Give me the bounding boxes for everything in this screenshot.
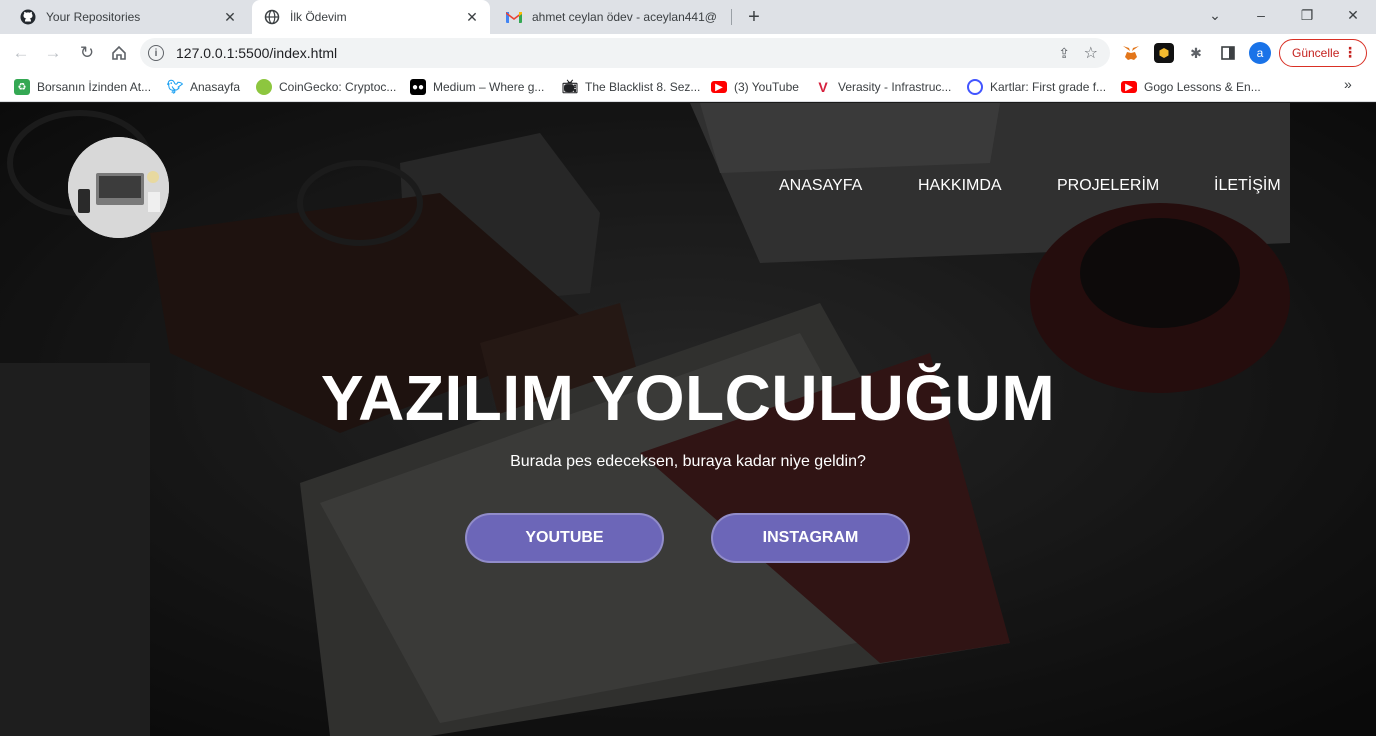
tab-ilk-odevim[interactable]: İlk Ödevim ✕ (252, 0, 490, 34)
more-bookmarks-icon[interactable]: » (1344, 76, 1352, 92)
close-icon[interactable]: ✕ (464, 9, 480, 25)
twitter-icon: 🐦︎ (166, 79, 184, 94)
hero-subtitle: Burada pes edeceksen, buraya kadar niye … (510, 453, 866, 470)
nav-iletisim[interactable]: İLETİŞİM (1214, 177, 1281, 195)
medium-icon: ●● (410, 79, 426, 95)
url-text: 127.0.0.1:5500/index.html (176, 45, 338, 61)
minimize-button[interactable]: – (1238, 0, 1284, 30)
bookmark-label: (3) YouTube (734, 80, 799, 94)
bookmark-label: The Blacklist 8. Sez... (585, 80, 701, 94)
bookmark-label: Borsanın İzinden At... (37, 80, 152, 94)
nav-anasayfa[interactable]: ANASAYFA (779, 177, 862, 195)
bookmark-youtube[interactable]: ▶ (3) YouTube (711, 78, 799, 96)
browser-toolbar: ← → ↻ i 127.0.0.1:5500/index.html ⇪ ☆ ✱ … (0, 34, 1376, 72)
quizlet-icon (967, 79, 983, 95)
extensions-puzzle-icon[interactable]: ✱ (1186, 43, 1206, 63)
tab-search-icon[interactable]: ⌄ (1192, 0, 1238, 30)
update-label: Güncelle (1292, 46, 1340, 60)
share-icon[interactable]: ⇪ (1058, 45, 1070, 62)
tab-separator (731, 9, 732, 25)
bookmark-label: CoinGecko: Cryptoc... (279, 80, 397, 94)
address-bar[interactable]: i 127.0.0.1:5500/index.html ⇪ ☆ (140, 38, 1110, 68)
tab-your-repositories[interactable]: Your Repositories ✕ (8, 0, 248, 34)
nav-hakkimda[interactable]: HAKKIMDA (918, 177, 1002, 195)
bookmark-coingecko[interactable]: CoinGecko: Cryptoc... (256, 78, 396, 96)
tv-icon: 📺︎ (561, 79, 579, 94)
bookmark-gogo[interactable]: ▶ Gogo Lessons & En... (1121, 78, 1261, 96)
more-menu-icon: ⋮ (1343, 44, 1357, 60)
new-tab-button[interactable]: + (742, 5, 766, 29)
tab-gmail[interactable]: ahmet ceylan ödev - aceylan441@ (494, 0, 730, 34)
github-icon (20, 9, 36, 25)
close-window-button[interactable]: ✕ (1330, 0, 1376, 30)
extension-icon[interactable] (1154, 43, 1174, 63)
bookmark-star-icon[interactable]: ☆ (1084, 43, 1098, 63)
nav-projelerim[interactable]: PROJELERİM (1057, 177, 1159, 195)
youtube-icon: ▶ (711, 81, 727, 93)
metamask-icon[interactable] (1121, 43, 1141, 63)
bookmark-blacklist[interactable]: 📺︎ The Blacklist 8. Sez... (561, 78, 701, 96)
bookmark-verasity[interactable]: V Verasity - Infrastruc... (815, 78, 951, 96)
recycle-icon: ♻ (14, 79, 30, 95)
youtube-icon: ▶ (1121, 81, 1137, 93)
page-viewport: ANASAYFA HAKKIMDA PROJELERİM İLETİŞİM YA… (0, 103, 1376, 736)
bookmark-label: Medium – Where g... (433, 80, 545, 94)
bookmark-kartlar[interactable]: Kartlar: First grade f... (967, 78, 1106, 96)
tab-title: İlk Ödevim (290, 10, 347, 24)
bookmark-borsa[interactable]: ♻ Borsanın İzinden At... (14, 78, 151, 96)
reload-icon[interactable]: ↻ (74, 40, 100, 66)
coingecko-icon (256, 79, 272, 95)
update-button[interactable]: Güncelle ⋮ (1279, 39, 1367, 67)
hero-title: YAZILIM YOLCULUĞUM (320, 362, 1056, 434)
side-panel-icon[interactable] (1218, 43, 1238, 63)
forward-arrow-icon[interactable]: → (40, 40, 66, 66)
close-icon[interactable]: ✕ (222, 9, 238, 25)
tab-title: Your Repositories (46, 10, 141, 24)
site-info-icon[interactable]: i (148, 45, 164, 61)
tab-title: ahmet ceylan ödev - aceylan441@ (532, 10, 717, 24)
gmail-icon (506, 9, 522, 25)
home-icon[interactable] (106, 40, 132, 66)
bookmark-label: Kartlar: First grade f... (990, 80, 1107, 94)
youtube-button[interactable]: YOUTUBE (465, 513, 664, 563)
tab-strip: Your Repositories ✕ İlk Ödevim ✕ ahmet c… (0, 0, 1376, 34)
bookmark-medium[interactable]: ●● Medium – Where g... (410, 78, 544, 96)
bookmark-label: Gogo Lessons & En... (1144, 80, 1261, 94)
instagram-button[interactable]: INSTAGRAM (711, 513, 910, 563)
maximize-button[interactable]: ❐ (1284, 0, 1330, 30)
logo[interactable] (68, 137, 169, 238)
verasity-icon: V (818, 79, 828, 95)
back-arrow-icon[interactable]: ← (8, 40, 34, 66)
profile-avatar[interactable]: a (1249, 42, 1271, 64)
bookmark-label: Verasity - Infrastruc... (838, 80, 952, 94)
bookmark-label: Anasayfa (190, 80, 241, 94)
globe-icon (264, 9, 280, 25)
bookmark-anasayfa[interactable]: 🐦︎ Anasayfa (167, 78, 240, 96)
